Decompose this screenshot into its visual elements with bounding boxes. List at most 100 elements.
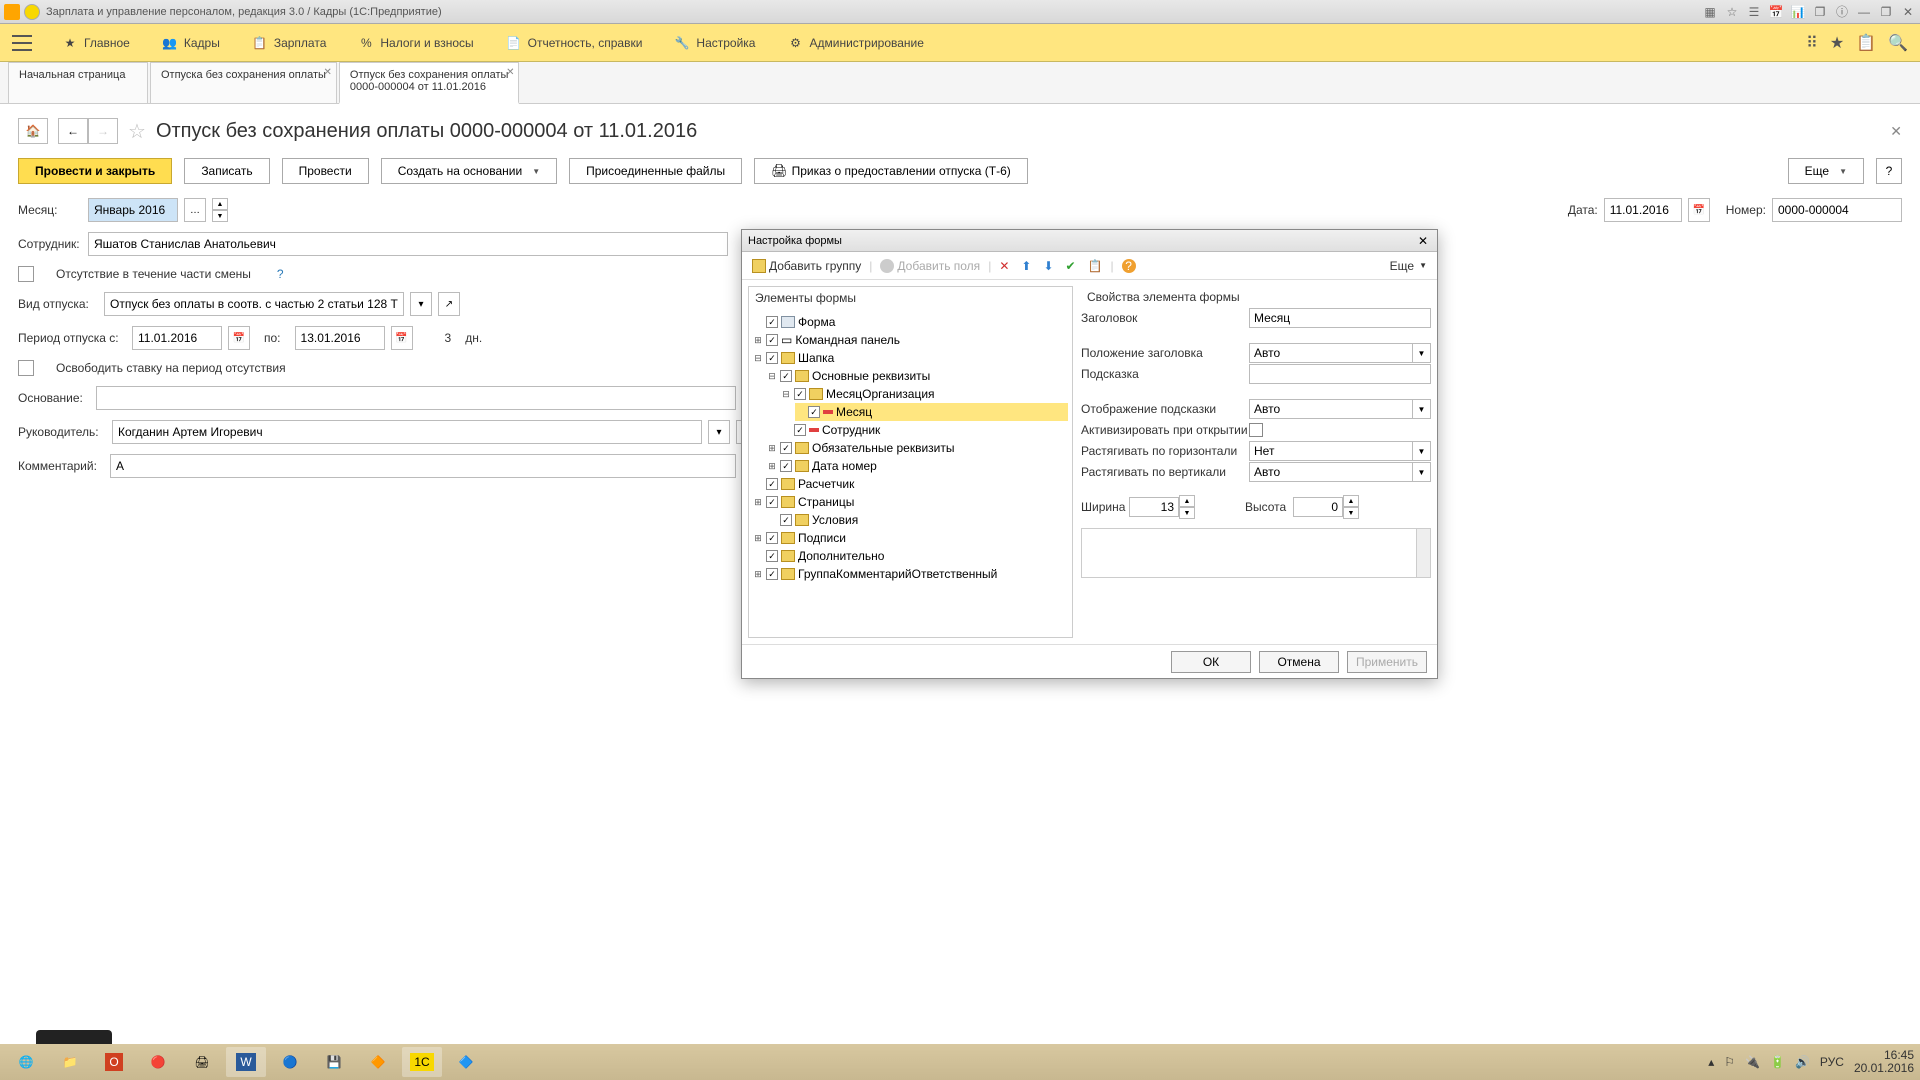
history-back-icon[interactable] bbox=[24, 4, 40, 20]
save-button[interactable]: Записать bbox=[184, 158, 269, 184]
prop-height-input[interactable] bbox=[1293, 497, 1343, 517]
tab-leaves-list[interactable]: Отпуска без сохранения оплаты ✕ bbox=[150, 62, 337, 103]
title-tool-2[interactable]: ☆ bbox=[1724, 4, 1740, 20]
title-tool-5[interactable]: 📊 bbox=[1790, 4, 1806, 20]
menu-admin[interactable]: ⚙Администрирование bbox=[771, 35, 939, 51]
tree-item[interactable]: ⊞▭Командная панель bbox=[753, 331, 1068, 349]
create-based-button[interactable]: Создать на основании bbox=[381, 158, 557, 184]
month-down[interactable]: ▼ bbox=[212, 210, 228, 222]
month-input[interactable] bbox=[88, 198, 178, 222]
toolbar-help-button[interactable]: ? bbox=[1118, 257, 1140, 275]
search-icon[interactable]: 🔍 bbox=[1888, 33, 1908, 53]
taskbar-chrome[interactable]: 🔵 bbox=[270, 1047, 310, 1077]
tree-item[interactable]: Условия bbox=[767, 511, 1068, 529]
month-picker-button[interactable]: … bbox=[184, 198, 206, 222]
check-button[interactable]: ✔ bbox=[1062, 257, 1080, 275]
release-rate-checkbox[interactable] bbox=[18, 360, 34, 376]
tray-battery-icon[interactable]: 🔋 bbox=[1770, 1055, 1785, 1069]
scrollbar[interactable] bbox=[1416, 529, 1430, 577]
dropdown-icon[interactable]: ▼ bbox=[1413, 462, 1431, 482]
prop-stretch-v-value[interactable]: Авто bbox=[1249, 462, 1413, 482]
post-and-close-button[interactable]: Провести и закрыть bbox=[18, 158, 172, 184]
delete-button[interactable]: ✕ bbox=[995, 257, 1013, 275]
leave-type-dropdown[interactable]: ▾ bbox=[410, 292, 432, 316]
title-tool-3[interactable]: ☰ bbox=[1746, 4, 1762, 20]
tray-network-icon[interactable]: 🔌 bbox=[1745, 1055, 1760, 1069]
partial-absence-checkbox[interactable] bbox=[18, 266, 34, 282]
comment-input[interactable] bbox=[110, 454, 736, 478]
title-tool-4[interactable]: 📅 bbox=[1768, 4, 1784, 20]
tab-close-icon[interactable]: ✕ bbox=[506, 67, 514, 78]
ok-button[interactable]: ОК bbox=[1171, 651, 1251, 673]
taskbar-1c[interactable]: 1C bbox=[402, 1047, 442, 1077]
prop-tooltip-display-value[interactable]: Авто bbox=[1249, 399, 1413, 419]
tree-item[interactable]: ⊞Страницы bbox=[753, 493, 1068, 511]
tray-arrow-icon[interactable]: ▴ bbox=[1708, 1055, 1714, 1069]
taskbar-app2[interactable]: 🔶 bbox=[358, 1047, 398, 1077]
leave-type-input[interactable] bbox=[104, 292, 404, 316]
height-up[interactable]: ▲ bbox=[1343, 495, 1359, 507]
period-from-picker[interactable]: 📅 bbox=[228, 326, 250, 350]
taskbar-office[interactable]: O bbox=[94, 1047, 134, 1077]
tray-lang[interactable]: РУС bbox=[1820, 1055, 1844, 1069]
tree-item[interactable]: ⊞ГруппаКомментарийОтветственный bbox=[753, 565, 1068, 583]
forward-button[interactable]: → bbox=[88, 118, 118, 144]
tree-item[interactable]: Сотрудник bbox=[781, 421, 1068, 439]
dropdown-icon[interactable]: ▼ bbox=[1413, 441, 1431, 461]
menu-salary[interactable]: 📋Зарплата bbox=[236, 35, 343, 51]
tree-item[interactable]: ⊟Основные реквизиты bbox=[767, 367, 1068, 385]
menu-reports[interactable]: 📄Отчетность, справки bbox=[490, 35, 659, 51]
back-button[interactable]: ← bbox=[58, 118, 88, 144]
taskbar-teamviewer[interactable]: 🔷 bbox=[446, 1047, 486, 1077]
tray-clock[interactable]: 16:45 20.01.2016 bbox=[1854, 1049, 1914, 1075]
menu-settings[interactable]: 🔧Настройка bbox=[658, 35, 771, 51]
period-to-picker[interactable]: 📅 bbox=[391, 326, 413, 350]
basis-input[interactable] bbox=[96, 386, 736, 410]
tray-volume-icon[interactable]: 🔊 bbox=[1795, 1055, 1810, 1069]
tree-item[interactable]: Месяц bbox=[795, 403, 1068, 421]
number-input[interactable] bbox=[1772, 198, 1902, 222]
close-icon[interactable]: ✕ bbox=[1900, 4, 1916, 20]
height-down[interactable]: ▼ bbox=[1343, 507, 1359, 519]
tree-item[interactable]: ⊞Дата номер bbox=[767, 457, 1068, 475]
period-to-input[interactable] bbox=[295, 326, 385, 350]
cancel-button[interactable]: Отмена bbox=[1259, 651, 1339, 673]
manager-dropdown[interactable]: ▾ bbox=[708, 420, 730, 444]
document-close-icon[interactable]: ✕ bbox=[1890, 123, 1902, 140]
tree-item[interactable]: Дополнительно bbox=[753, 547, 1068, 565]
info-icon[interactable]: ⓘ bbox=[1834, 4, 1850, 20]
tree-item[interactable]: ⊞Подписи bbox=[753, 529, 1068, 547]
tray-action-center-icon[interactable]: ⚐ bbox=[1724, 1055, 1735, 1069]
window-icon[interactable]: ❐ bbox=[1812, 4, 1828, 20]
favorite-icon[interactable]: ★ bbox=[1830, 33, 1844, 53]
help-button[interactable]: ? bbox=[1876, 158, 1902, 184]
add-group-button[interactable]: Добавить группу bbox=[748, 257, 865, 275]
dialog-close-icon[interactable]: ✕ bbox=[1415, 233, 1431, 249]
period-from-input[interactable] bbox=[132, 326, 222, 350]
tree-item[interactable]: Форма bbox=[753, 313, 1068, 331]
width-up[interactable]: ▲ bbox=[1179, 495, 1195, 507]
taskbar-print[interactable]: 🖨 bbox=[182, 1047, 222, 1077]
apps-icon[interactable]: ⠿ bbox=[1806, 33, 1818, 53]
width-down[interactable]: ▼ bbox=[1179, 507, 1195, 519]
tree-item[interactable]: Расчетчик bbox=[753, 475, 1068, 493]
manager-input[interactable] bbox=[112, 420, 702, 444]
prop-width-input[interactable] bbox=[1129, 497, 1179, 517]
print-order-button[interactable]: Приказ о предоставлении отпуска (Т-6) bbox=[754, 158, 1028, 184]
post-button[interactable]: Провести bbox=[282, 158, 369, 184]
copy-button[interactable]: 📋 bbox=[1084, 257, 1107, 275]
help-link-icon[interactable]: ? bbox=[277, 267, 284, 281]
taskbar-save[interactable]: 💾 bbox=[314, 1047, 354, 1077]
dropdown-icon[interactable]: ▼ bbox=[1413, 343, 1431, 363]
burger-menu-icon[interactable] bbox=[12, 35, 32, 51]
prop-tooltip-input[interactable] bbox=[1249, 364, 1431, 384]
employee-input[interactable] bbox=[88, 232, 728, 256]
menu-taxes[interactable]: %Налоги и взносы bbox=[342, 35, 489, 51]
tab-leave-doc[interactable]: Отпуск без сохранения оплаты 0000-000004… bbox=[339, 62, 520, 104]
dropdown-icon[interactable]: ▼ bbox=[1413, 399, 1431, 419]
title-tool-1[interactable]: ▦ bbox=[1702, 4, 1718, 20]
form-elements-tree[interactable]: Форма⊞▭Командная панель⊟Шапка⊟Основные р… bbox=[749, 309, 1072, 637]
favorite-toggle[interactable]: ☆ bbox=[128, 119, 146, 144]
prop-header-pos-value[interactable]: Авто bbox=[1249, 343, 1413, 363]
leave-type-open[interactable]: ↗ bbox=[438, 292, 460, 316]
